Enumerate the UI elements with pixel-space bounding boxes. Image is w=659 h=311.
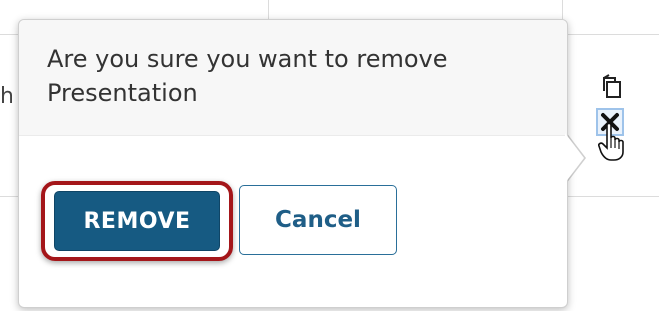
copy-icon[interactable] — [600, 74, 624, 100]
hand-pointer-cursor-icon — [598, 122, 628, 162]
table-cell-text: h — [0, 84, 12, 109]
confirm-remove-popover: Are you sure you want to remove Presenta… — [18, 19, 568, 308]
row-actions — [594, 70, 634, 180]
popover-arrow-fill — [565, 133, 584, 183]
popover-message: Are you sure you want to remove Presenta… — [47, 45, 448, 107]
table-vertical-divider — [268, 0, 269, 19]
remove-button[interactable]: REMOVE — [54, 191, 220, 251]
cancel-button[interactable]: Cancel — [239, 185, 397, 255]
popover-header: Are you sure you want to remove Presenta… — [19, 20, 567, 136]
